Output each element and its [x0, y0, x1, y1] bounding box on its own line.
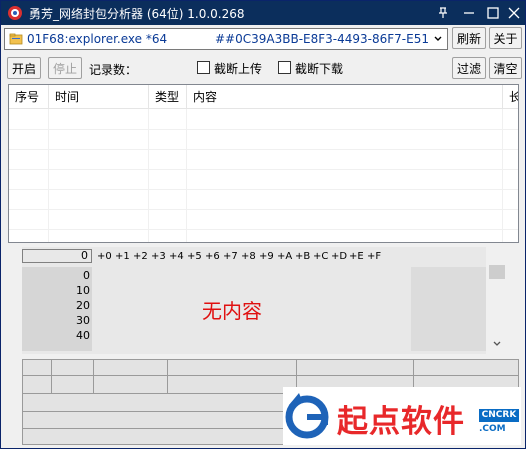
grid-line	[23, 411, 283, 412]
refresh-button[interactable]: 刷新	[452, 27, 486, 49]
about-button[interactable]: 关于	[489, 27, 522, 49]
watermark-logo-icon	[285, 393, 329, 439]
start-button[interactable]: 开启	[7, 57, 41, 79]
column-header-content[interactable]: 内容	[187, 85, 503, 109]
hex-column-label: +6	[205, 251, 220, 262]
filter-button[interactable]: 过滤	[452, 57, 486, 79]
column-header-type[interactable]: 类型	[149, 85, 187, 109]
hex-column-label: +0	[97, 251, 112, 262]
grid-line	[23, 428, 283, 429]
hex-row-offset: 30	[76, 314, 90, 327]
hex-column-label: +8	[241, 251, 256, 262]
hex-column-label: +9	[259, 251, 274, 262]
hex-viewer[interactable]: 0 +0 +1 +2 +3 +4 +5 +6 +7 +8 +9 +A +B +C +D +E +F 0 10 …	[22, 247, 486, 354]
process-guid: ##0C39A3BB-E8F3-4493-86F7-E5180F	[215, 32, 429, 46]
row-divider	[9, 209, 518, 210]
empty-message: 无内容	[202, 299, 262, 323]
grid-line	[167, 360, 168, 393]
hex-column-label: +F	[367, 251, 382, 262]
truncate-upload-label: 截断上传	[214, 62, 263, 76]
table-header: 序号 时间 类型 内容 长	[9, 85, 518, 109]
column-header-index[interactable]: 序号	[9, 85, 49, 109]
column-header-length[interactable]: 长	[503, 85, 518, 109]
chevron-down-icon[interactable]	[492, 339, 502, 349]
hex-column-label: +4	[169, 251, 184, 262]
hex-row-offset: 40	[76, 329, 90, 342]
process-dropdown[interactable]: 01F68:explorer.exe *64 ##0C39A3BB-E8F3-4…	[4, 28, 448, 50]
folder-icon	[9, 33, 23, 45]
hex-column-label: +A	[277, 251, 293, 262]
hex-row-offset: 10	[76, 284, 90, 297]
title-bar[interactable]: 勇芳_网络封包分析器 (64位) 1.0.0.268	[1, 1, 525, 25]
hex-offset: 0	[22, 249, 92, 263]
watermark: 起点软件 CNCRK .COM	[283, 387, 521, 445]
hex-column-label: +E	[349, 251, 364, 262]
hex-column-label: +B	[295, 251, 311, 262]
truncate-download-checkbox[interactable]	[278, 61, 291, 74]
watermark-badge: CNCRK	[479, 409, 519, 422]
process-name: 01F68:explorer.exe *64	[27, 32, 168, 46]
grid-line	[51, 360, 52, 393]
clear-button[interactable]: 清空	[489, 57, 522, 79]
app-window: 勇芳_网络封包分析器 (64位) 1.0.0.268 01F68:explore…	[0, 0, 526, 449]
hex-column-label: +5	[187, 251, 202, 262]
packet-table[interactable]: 序号 时间 类型 内容 长	[8, 84, 519, 243]
hex-row-offset: 0	[83, 269, 90, 282]
scrollbar-thumb[interactable]	[489, 265, 505, 279]
hex-row-offset: 20	[76, 299, 90, 312]
hex-column-label: +C	[313, 251, 329, 262]
app-logo-icon	[8, 6, 22, 20]
row-divider	[9, 149, 518, 150]
row-divider	[9, 189, 518, 190]
pin-icon[interactable]	[431, 1, 455, 25]
column-header-time[interactable]: 时间	[49, 85, 149, 109]
window-title: 勇芳_网络封包分析器 (64位) 1.0.0.268	[29, 7, 245, 21]
truncate-download-label: 截断下载	[295, 62, 344, 76]
grid-line	[93, 360, 94, 393]
hex-column-label: +3	[151, 251, 166, 262]
hex-column-label: +D	[331, 251, 348, 262]
row-divider	[9, 129, 518, 130]
minimize-button[interactable]	[457, 1, 481, 25]
close-button[interactable]	[502, 1, 526, 25]
watermark-domain: .COM	[479, 424, 506, 434]
hex-scrollbar[interactable]	[488, 263, 506, 355]
hex-row-offsets: 0 10 20 30 40	[22, 267, 92, 351]
truncate-upload-checkbox[interactable]	[197, 61, 210, 74]
hex-column-label: +1	[115, 251, 130, 262]
grid-line	[23, 393, 283, 394]
chevron-down-icon[interactable]	[429, 29, 447, 49]
hex-ascii-pane	[411, 267, 486, 351]
hex-column-label: +7	[223, 251, 238, 262]
record-count-label: 记录数：	[89, 63, 138, 77]
stop-button[interactable]: 停止	[48, 57, 82, 79]
row-divider	[9, 169, 518, 170]
grid-line	[23, 375, 518, 376]
watermark-text: 起点软件	[337, 404, 465, 440]
hex-column-label: +2	[133, 251, 148, 262]
row-divider	[9, 229, 518, 230]
